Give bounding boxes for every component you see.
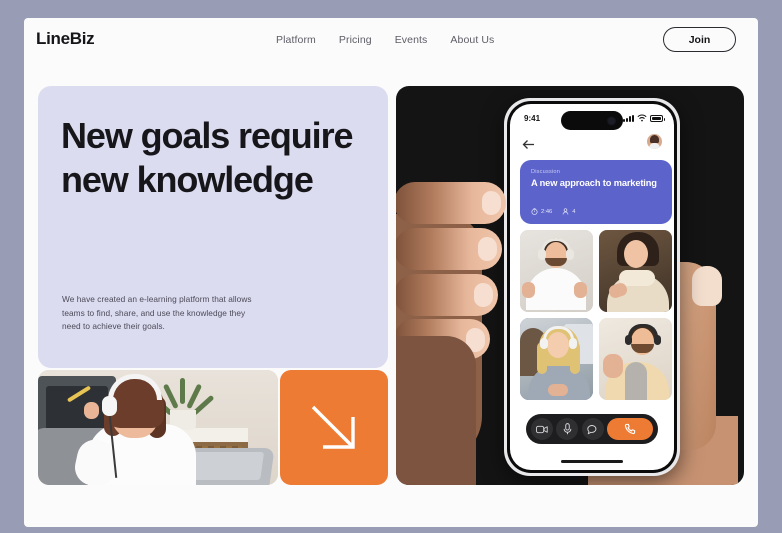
site-header: LineBiz Platform Pricing Events About Us… (24, 18, 758, 68)
app-bar (510, 132, 674, 158)
hero-card: New goals require new knowledge We have … (38, 86, 388, 368)
nav-item-about-us[interactable]: About Us (450, 34, 494, 46)
nav-item-events[interactable]: Events (395, 34, 428, 46)
phone-end-call-icon (624, 423, 636, 435)
back-arrow-icon[interactable] (522, 137, 535, 155)
join-button[interactable]: Join (663, 27, 736, 52)
end-call-button[interactable] (606, 418, 653, 440)
participant-tile-3[interactable] (520, 318, 593, 400)
stopwatch-icon (531, 208, 538, 215)
photo-illustration (38, 370, 278, 485)
participant-tile-4[interactable] (599, 318, 672, 400)
timer-value: 2:46 (541, 208, 553, 215)
chat-bubble-icon (587, 424, 597, 434)
thumb-nail (692, 266, 722, 306)
person-icon (562, 208, 569, 215)
mic-toggle[interactable] (556, 418, 579, 440)
call-controls (526, 414, 658, 444)
status-bar-icons (623, 114, 665, 122)
landing-page: LineBiz Platform Pricing Events About Us… (24, 18, 758, 527)
discussion-participants: 4 (562, 208, 576, 215)
participant-tile-2[interactable] (599, 230, 672, 312)
discussion-meta: 2:46 4 (531, 208, 576, 215)
hero-title: New goals require new knowledge (61, 115, 354, 201)
phone-device: 9:41 Discussion A new approach to market… (504, 98, 680, 476)
status-bar-time: 9:41 (524, 114, 541, 123)
hand-wrist-left (396, 336, 476, 485)
microphone-icon (563, 423, 572, 435)
arrow-down-right-icon (311, 405, 355, 449)
dynamic-island (561, 111, 623, 130)
nav-item-platform[interactable]: Platform (276, 34, 316, 46)
discussion-eyebrow: Discussion (531, 169, 561, 175)
hero-paragraph: We have created an e-learning platform t… (62, 294, 252, 332)
nav-item-pricing[interactable]: Pricing (339, 34, 372, 46)
video-toggle[interactable] (531, 418, 553, 440)
brand-logo[interactable]: LineBiz (36, 29, 95, 49)
battery-icon (650, 114, 665, 122)
discussion-title: A new approach to marketing (531, 178, 657, 188)
home-indicator (561, 460, 623, 463)
participant-grid (520, 230, 672, 400)
chat-button[interactable] (581, 418, 604, 440)
signal-bars-icon (623, 114, 634, 122)
phone-showcase-panel: 9:41 Discussion A new approach to market… (396, 86, 744, 485)
photo-card (38, 370, 278, 485)
discussion-card[interactable]: Discussion A new approach to marketing 2… (520, 160, 672, 224)
front-camera-icon (607, 116, 616, 125)
wifi-icon (637, 114, 647, 122)
main-navigation: Platform Pricing Events About Us (276, 34, 494, 46)
participants-value: 4 (572, 208, 576, 215)
explore-arrow-card[interactable] (280, 370, 388, 485)
phone-screen: 9:41 Discussion A new approach to market… (510, 104, 674, 470)
participant-tile-1[interactable] (520, 230, 593, 312)
video-camera-icon (536, 425, 548, 433)
user-avatar[interactable] (647, 134, 662, 149)
discussion-timer: 2:46 (531, 208, 552, 215)
